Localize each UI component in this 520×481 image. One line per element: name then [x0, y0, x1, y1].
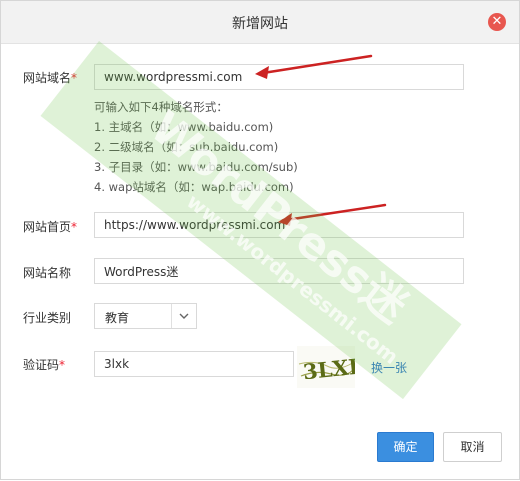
chevron-down-icon[interactable] — [171, 304, 196, 328]
domain-hint: 可输入如下4种域名形式： 1. 主域名（如：www.baidu.com) 2. … — [94, 97, 298, 197]
cancel-button[interactable]: 取消 — [443, 432, 502, 462]
hint-line: 1. 主域名（如：www.baidu.com) — [94, 120, 274, 134]
dialog-titlebar: 新增网站 ✕ — [1, 1, 519, 44]
confirm-button[interactable]: 确定 — [377, 432, 434, 462]
captcha-input[interactable] — [94, 351, 294, 377]
sitename-label: 网站名称 — [23, 266, 72, 280]
hint-line: 2. 二级域名（如：sub.baidu.com) — [94, 140, 279, 154]
hint-line: 3. 子目录（如：www.baidu.com/sub) — [94, 160, 298, 174]
homepage-input[interactable] — [94, 212, 464, 238]
domain-label: 网站域名* — [23, 69, 77, 86]
industry-select[interactable]: 教育 — [94, 303, 197, 329]
captcha-label-text: 验证码 — [23, 358, 60, 372]
dialog-title: 新增网站 — [232, 16, 288, 32]
homepage-label: 网站首页* — [23, 218, 77, 235]
required-mark: * — [71, 71, 78, 85]
captcha-image[interactable]: 3LXK — [297, 346, 369, 388]
close-icon[interactable]: ✕ — [488, 13, 506, 31]
hint-line: 4. wap站域名（如：wap.baidu.com) — [94, 180, 294, 194]
homepage-label-text: 网站首页 — [23, 220, 72, 234]
domain-label-text: 网站域名 — [23, 71, 72, 85]
add-site-dialog: 新增网站 ✕ 网站域名* 可输入如下4种域名形式： 1. 主域名（如：www.b… — [0, 0, 520, 480]
hint-line: 可输入如下4种域名形式： — [94, 100, 228, 114]
sitename-input[interactable] — [94, 258, 464, 284]
domain-input[interactable] — [94, 64, 464, 90]
captcha-text: 3LXK — [302, 353, 355, 385]
captcha-label: 验证码* — [23, 356, 65, 373]
required-mark: * — [71, 220, 78, 234]
required-mark: * — [59, 358, 66, 372]
industry-label: 行业类别 — [23, 311, 72, 325]
industry-select-value: 教育 — [105, 311, 130, 325]
refresh-captcha-link[interactable]: 换一张 — [371, 359, 407, 376]
